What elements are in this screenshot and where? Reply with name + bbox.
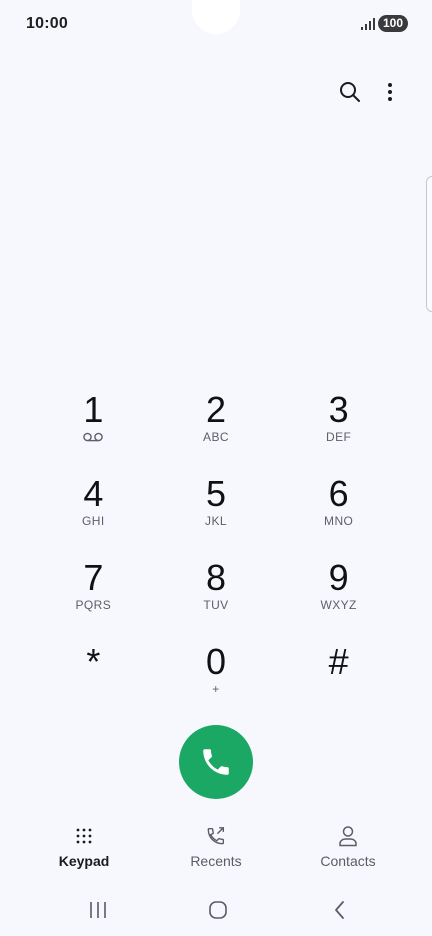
key-digit: 9 <box>328 557 349 598</box>
key-digit: 4 <box>83 473 104 514</box>
tab-label: Keypad <box>58 853 110 869</box>
keypad-icon <box>72 824 96 848</box>
phone-icon <box>203 749 229 775</box>
key-letters: TUV <box>203 598 229 612</box>
system-nav-bar <box>0 892 432 928</box>
key-digit: 5 <box>205 473 226 514</box>
key-digit: # <box>328 641 349 682</box>
key-2[interactable]: 2 ABC <box>155 384 278 468</box>
status-time: 10:00 <box>26 15 68 32</box>
signal-icon <box>361 18 375 30</box>
key-6[interactable]: 6 MNO <box>277 468 400 552</box>
voicemail-icon <box>83 432 104 442</box>
key-digit: 0 <box>205 641 226 682</box>
key-star[interactable]: * <box>32 636 155 720</box>
bottom-tab-bar: Keypad Recents Contacts <box>0 820 432 876</box>
battery-badge: 100 <box>378 15 409 32</box>
key-letters: PQRS <box>75 598 112 612</box>
key-3[interactable]: 3 DEF <box>277 384 400 468</box>
camera-notch <box>192 0 240 34</box>
key-letters: MNO <box>324 514 354 528</box>
key-letters: WXYZ <box>320 598 357 612</box>
key-1[interactable]: 1 <box>32 384 155 468</box>
tab-contacts[interactable]: Contacts <box>293 820 403 874</box>
call-button[interactable] <box>179 725 253 799</box>
key-letters: GHI <box>82 514 105 528</box>
key-letters: DEF <box>326 430 352 444</box>
more-vertical-icon <box>388 83 392 101</box>
home-icon <box>209 901 227 919</box>
key-letters: + <box>212 682 220 696</box>
key-digit: 2 <box>205 389 226 430</box>
back-button[interactable] <box>328 898 352 922</box>
search-button[interactable] <box>334 76 366 108</box>
key-digit: * <box>86 641 101 682</box>
key-digit: 1 <box>83 389 104 430</box>
key-letters: ABC <box>203 430 229 444</box>
key-digit: 8 <box>205 557 226 598</box>
tab-recents[interactable]: Recents <box>161 820 271 874</box>
more-options-button[interactable] <box>374 76 406 108</box>
home-button[interactable] <box>206 898 230 922</box>
key-digit: 7 <box>83 557 104 598</box>
phone-dialer-screen: 10:00 100 1 2 ABC 3 DEF 4 GHI 5 JKL 6 MN… <box>0 0 432 936</box>
key-digit: 6 <box>328 473 349 514</box>
search-icon <box>340 82 360 102</box>
key-letters: JKL <box>205 514 227 528</box>
key-digit: 3 <box>328 389 349 430</box>
key-4[interactable]: 4 GHI <box>32 468 155 552</box>
tab-label: Contacts <box>320 853 376 869</box>
contacts-icon <box>336 824 360 848</box>
key-0[interactable]: 0 + <box>155 636 278 720</box>
dial-keypad: 1 2 ABC 3 DEF 4 GHI 5 JKL 6 MNO 7 PQRS 8… <box>32 384 400 720</box>
tab-label: Recents <box>190 853 242 869</box>
status-bar: 10:00 100 <box>0 0 432 48</box>
back-icon <box>335 901 344 919</box>
recent-apps-icon <box>90 902 106 918</box>
key-9[interactable]: 9 WXYZ <box>277 552 400 636</box>
tab-keypad[interactable]: Keypad <box>29 820 139 874</box>
recents-icon <box>204 824 228 848</box>
key-5[interactable]: 5 JKL <box>155 468 278 552</box>
key-8[interactable]: 8 TUV <box>155 552 278 636</box>
recent-apps-button[interactable] <box>86 898 110 922</box>
edge-panel-handle[interactable] <box>426 176 432 312</box>
key-hash[interactable]: # <box>277 636 400 720</box>
key-7[interactable]: 7 PQRS <box>32 552 155 636</box>
